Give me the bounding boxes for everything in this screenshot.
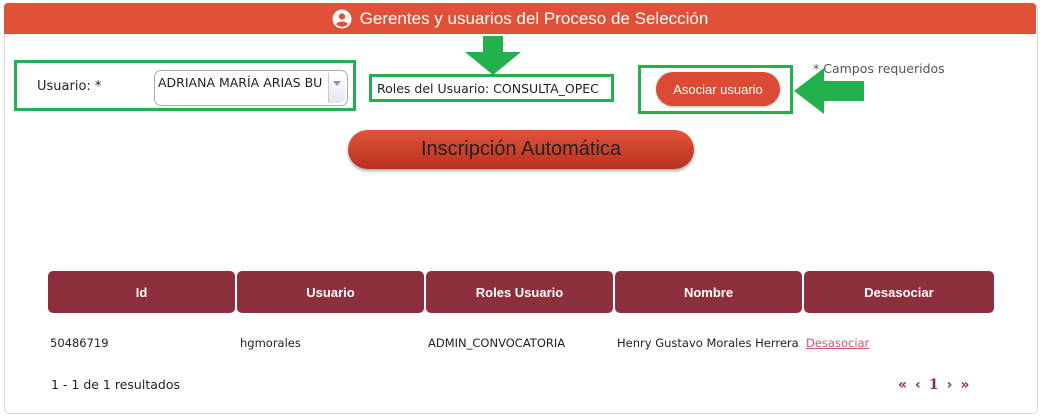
results-summary: 1 - 1 de 1 resultados [51,377,180,392]
user-label: Usuario: * [37,79,102,94]
user-circle-icon [332,9,352,28]
column-header-nombre: Nombre [615,271,802,313]
associate-user-button[interactable]: Asociar usuario [656,72,780,106]
user-roles-text: Roles del Usuario: CONSULTA_OPEC [377,81,599,96]
cell-nombre: Henry Gustavo Morales Herrera [617,336,799,350]
last-page-icon[interactable]: » [960,377,969,393]
column-header-roles: Roles Usuario [426,271,613,313]
cell-id: 50486719 [50,336,109,350]
section-header: Gerentes y usuarios del Proceso de Selec… [4,3,1036,34]
cell-roles: ADMIN_CONVOCATORIA [428,336,566,350]
user-select-value: ADRIANA MARÍA ARIAS BU [158,75,323,90]
column-header-desasociar: Desasociar [804,271,994,313]
down-arrow-icon [465,36,521,75]
page-title: Gerentes y usuarios del Proceso de Selec… [359,8,709,28]
column-header-usuario: Usuario [237,271,424,313]
chevron-down-icon[interactable] [328,73,345,103]
column-header-id: Id [48,271,235,313]
user-select[interactable]: ADRIANA MARÍA ARIAS BU [154,70,348,106]
next-page-icon[interactable]: › [947,377,953,393]
current-page[interactable]: 1 [929,377,939,393]
first-page-icon[interactable]: « [898,377,907,393]
automatic-inscription-button[interactable]: Inscripción Automática [348,130,694,169]
required-fields-note: * Campos requeridos [813,61,945,76]
disassociate-link[interactable]: Desasociar [806,336,869,350]
cell-usuario: hgmorales [240,336,301,350]
prev-page-icon[interactable]: ‹ [915,377,921,393]
table-header: Id Usuario Roles Usuario Nombre Desasoci… [48,271,994,313]
pagination: « ‹ 1 › » [898,377,969,393]
